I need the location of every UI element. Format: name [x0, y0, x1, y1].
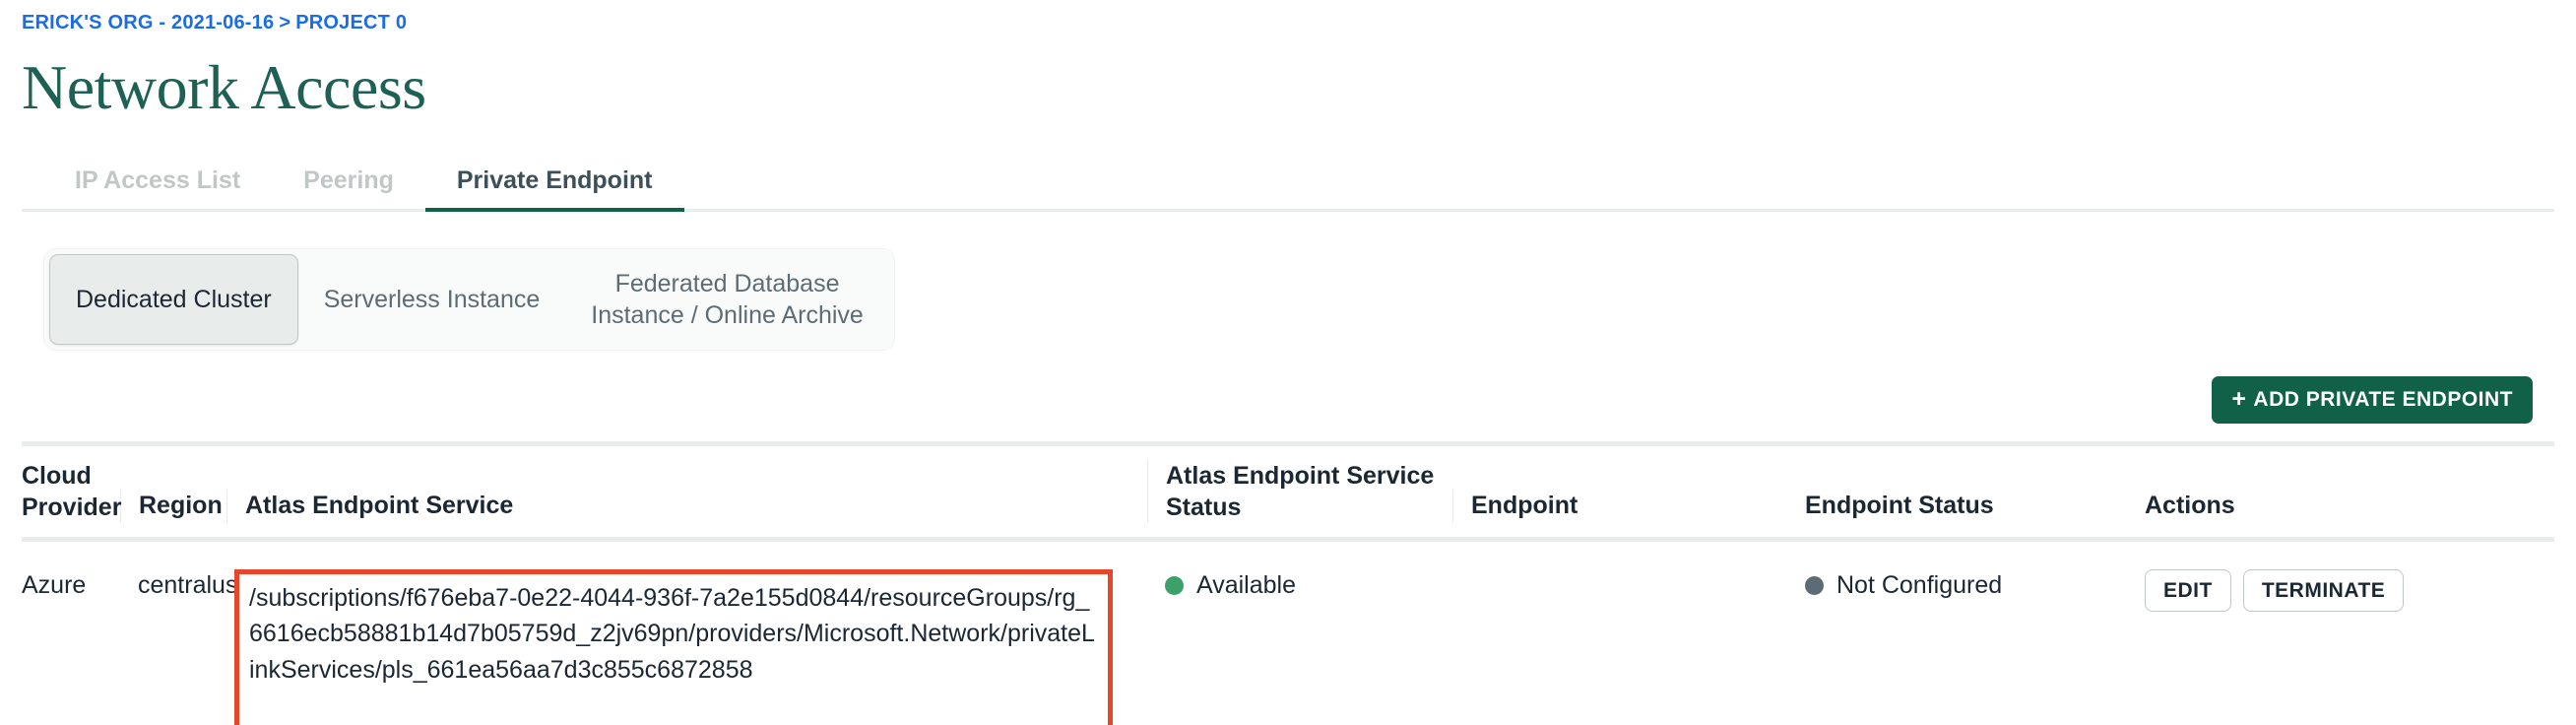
- segment-dedicated-cluster[interactable]: Dedicated Cluster: [49, 254, 298, 345]
- atlas-endpoint-service-status-badge: Available: [1147, 569, 1296, 603]
- endpoint-status-badge: Not Configured: [1787, 569, 2002, 603]
- breadcrumb: ERICK'S ORG - 2021-06-16 > PROJECT 0: [22, 0, 2554, 34]
- column-header-atlas-endpoint-service: Atlas Endpoint Service: [226, 441, 1147, 542]
- breadcrumb-org-link[interactable]: ERICK'S ORG - 2021-06-16: [22, 12, 274, 33]
- cell-atlas-endpoint-service-status: Available: [1147, 540, 1452, 725]
- column-header-atlas-endpoint-service-status: Atlas Endpoint Service Status: [1147, 441, 1452, 542]
- table-header-row: Cloud Provider Region Atlas Endpoint Ser…: [22, 441, 2554, 542]
- tab-private-endpoint[interactable]: Private Endpoint: [424, 166, 684, 212]
- table-body: Azure centralus /subscriptions/f676eba7-…: [22, 540, 2554, 725]
- tab-peering[interactable]: Peering: [272, 166, 425, 209]
- private-endpoints-table: Cloud Provider Region Atlas Endpoint Ser…: [22, 441, 2554, 725]
- column-header-actions: Actions: [2127, 441, 2554, 542]
- cell-endpoint-status: Not Configured: [1787, 540, 2127, 725]
- row-actions: EDIT TERMINATE: [2127, 569, 2554, 613]
- cell-actions: EDIT TERMINATE: [2127, 540, 2554, 725]
- column-header-endpoint: Endpoint: [1452, 441, 1787, 542]
- table-row: Azure centralus /subscriptions/f676eba7-…: [22, 540, 2554, 725]
- status-dot-icon: [1805, 576, 1824, 596]
- atlas-endpoint-service-status-label: Available: [1196, 571, 1297, 599]
- column-header-endpoint-status: Endpoint Status: [1787, 441, 2127, 542]
- plus-icon: +: [2231, 384, 2247, 413]
- column-header-region: Region: [120, 441, 226, 542]
- endpoint-type-segmented-control-wrap: Dedicated Cluster Serverless Instance Fe…: [22, 248, 2554, 351]
- page-title: Network Access: [22, 52, 426, 122]
- segment-federated-database-instance-online-archive[interactable]: Federated Database Instance / Online Arc…: [565, 254, 889, 345]
- segment-serverless-instance[interactable]: Serverless Instance: [298, 254, 566, 345]
- add-private-endpoint-button[interactable]: + ADD PRIVATE ENDPOINT: [2212, 376, 2533, 424]
- endpoint-status-label: Not Configured: [1836, 571, 2003, 599]
- cell-cloud-provider: Azure: [22, 571, 87, 599]
- breadcrumb-project-link[interactable]: PROJECT 0: [295, 12, 407, 33]
- status-dot-icon: [1165, 576, 1184, 596]
- breadcrumb-separator: >: [279, 12, 291, 33]
- edit-button[interactable]: EDIT: [2145, 569, 2231, 613]
- cell-endpoint: [1452, 540, 1787, 725]
- cell-region: centralus: [138, 571, 238, 599]
- table-header: Cloud Provider Region Atlas Endpoint Ser…: [22, 441, 2554, 542]
- table-toolbar: + ADD PRIVATE ENDPOINT: [22, 376, 2554, 431]
- tab-bar: IP Access List Peering Private Endpoint: [22, 161, 2554, 212]
- tab-ip-access-list[interactable]: IP Access List: [43, 166, 272, 209]
- terminate-button[interactable]: TERMINATE: [2242, 569, 2405, 613]
- add-private-endpoint-label: ADD PRIVATE ENDPOINT: [2253, 388, 2513, 411]
- cell-atlas-endpoint-service: /subscriptions/f676eba7-0e22-4044-936f-7…: [226, 540, 1147, 725]
- column-header-cloud-provider: Cloud Provider: [22, 441, 121, 542]
- endpoint-type-segmented-control: Dedicated Cluster Serverless Instance Fe…: [43, 248, 895, 351]
- network-access-page: ERICK'S ORG - 2021-06-16 > PROJECT 0 Netwo…: [0, 0, 2576, 725]
- atlas-endpoint-service-cell: /subscriptions/f676eba7-0e22-4044-936f-7…: [234, 569, 1113, 725]
